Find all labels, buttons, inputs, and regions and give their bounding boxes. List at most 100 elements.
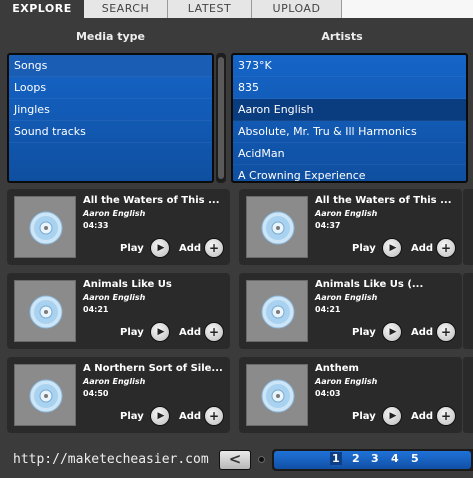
play-button[interactable]: ▶ <box>150 322 170 342</box>
play-button[interactable]: ▶ <box>382 238 402 258</box>
song-duration: 04:21 <box>83 305 109 314</box>
play-label[interactable]: Play <box>120 411 144 422</box>
song-title: Anthem <box>315 363 359 374</box>
add-label[interactable]: Add <box>179 411 201 422</box>
plus-icon: + <box>208 325 220 339</box>
song-artist: Aaron English <box>315 293 378 302</box>
side-strip <box>463 357 473 433</box>
page-link[interactable]: 3 <box>371 452 379 465</box>
play-button[interactable]: ▶ <box>150 238 170 258</box>
tab-upload[interactable]: UPLOAD <box>252 0 342 18</box>
song-duration: 04:33 <box>83 221 109 230</box>
pager-indicator-dot <box>258 456 265 463</box>
play-label[interactable]: Play <box>120 243 144 254</box>
artist-item[interactable]: 835 <box>233 77 466 99</box>
scrollbar-thumb[interactable] <box>218 57 224 179</box>
plus-icon: + <box>440 409 452 423</box>
song-artist: Aaron English <box>83 293 146 302</box>
add-button[interactable]: + <box>204 322 224 342</box>
cd-cover-icon <box>246 364 308 426</box>
page-link[interactable]: 4 <box>391 452 399 465</box>
add-label[interactable]: Add <box>179 243 201 254</box>
song-duration: 04:50 <box>83 389 109 398</box>
side-strip <box>463 189 473 265</box>
media-type-item-jingles[interactable]: Jingles <box>9 99 212 121</box>
artist-item[interactable]: AcidMan <box>233 143 466 165</box>
tab-bar: EXPLORE SEARCH LATEST UPLOAD <box>0 0 473 18</box>
page-link[interactable]: 2 <box>352 452 360 465</box>
add-button[interactable]: + <box>436 406 456 426</box>
song-card: Animals Like Us (... Aaron English 04:21 Pl… <box>239 273 462 349</box>
artists-list[interactable]: 373°K 835 Aaron English Absolute, Mr. Tr… <box>231 53 468 183</box>
song-title: Animals Like Us <box>83 279 172 290</box>
play-button[interactable]: ▶ <box>150 406 170 426</box>
play-icon: ▶ <box>157 242 165 253</box>
tab-search[interactable]: SEARCH <box>84 0 168 18</box>
add-button[interactable]: + <box>204 238 224 258</box>
song-title: A Northern Sort of Sile... <box>83 363 223 374</box>
media-type-list[interactable]: Songs Loops Jingles Sound tracks <box>7 53 214 183</box>
song-artist: Aaron English <box>315 209 378 218</box>
artists-heading: Artists <box>321 30 363 43</box>
cd-cover-icon <box>246 196 308 258</box>
cd-cover-icon <box>14 196 76 258</box>
add-label[interactable]: Add <box>411 243 433 254</box>
song-card: All the Waters of This ... Aaron English 0… <box>239 189 462 265</box>
media-type-item-sound-tracks[interactable]: Sound tracks <box>9 121 212 143</box>
song-duration: 04:03 <box>315 389 341 398</box>
add-button[interactable]: + <box>436 322 456 342</box>
play-label[interactable]: Play <box>352 243 376 254</box>
add-label[interactable]: Add <box>411 411 433 422</box>
artist-item[interactable]: A Crowning Experience <box>233 165 466 181</box>
add-label[interactable]: Add <box>411 327 433 338</box>
previous-page-button[interactable]: < <box>219 450 251 470</box>
song-card: A Northern Sort of Sile... Aaron English 0… <box>7 357 230 433</box>
play-icon: ▶ <box>157 326 165 337</box>
artist-item-selected[interactable]: Aaron English <box>233 99 466 121</box>
song-title: All the Waters of This ... <box>315 195 452 206</box>
play-button[interactable]: ▶ <box>382 322 402 342</box>
plus-icon: + <box>440 241 452 255</box>
song-artist: Aaron English <box>315 377 378 386</box>
site-url: http://maketecheasier.com <box>13 452 209 467</box>
add-button[interactable]: + <box>436 238 456 258</box>
song-duration: 04:21 <box>315 305 341 314</box>
song-artist: Aaron English <box>83 209 146 218</box>
plus-icon: + <box>208 409 220 423</box>
add-button[interactable]: + <box>204 406 224 426</box>
play-icon: ▶ <box>389 326 397 337</box>
song-duration: 04:37 <box>315 221 341 230</box>
cd-cover-icon <box>14 364 76 426</box>
cd-cover-icon <box>246 280 308 342</box>
tab-bar-filler <box>342 0 473 18</box>
play-label[interactable]: Play <box>352 411 376 422</box>
song-artist: Aaron English <box>83 377 146 386</box>
artist-item[interactable]: Absolute, Mr. Tru & Ill Harmonics <box>233 121 466 143</box>
media-type-item-loops[interactable]: Loops <box>9 77 212 99</box>
page-link-current[interactable]: 1 <box>330 452 342 465</box>
page-link[interactable]: 5 <box>411 452 419 465</box>
cd-cover-icon <box>14 280 76 342</box>
play-label[interactable]: Play <box>352 327 376 338</box>
song-card: All the Waters of This ... Aaron English 0… <box>7 189 230 265</box>
song-title: Animals Like Us (... <box>315 279 424 290</box>
add-label[interactable]: Add <box>179 327 201 338</box>
tab-latest[interactable]: LATEST <box>168 0 252 18</box>
play-icon: ▶ <box>389 410 397 421</box>
plus-icon: + <box>208 241 220 255</box>
pagination: 1 2 3 4 5 <box>272 449 473 471</box>
media-type-heading: Media type <box>75 30 146 43</box>
list-scrollbar[interactable] <box>216 53 226 183</box>
plus-icon: + <box>440 325 452 339</box>
play-label[interactable]: Play <box>120 327 144 338</box>
song-card: Anthem Aaron English 04:03 Play ▶ Add + <box>239 357 462 433</box>
side-strip <box>463 273 473 349</box>
play-icon: ▶ <box>389 242 397 253</box>
play-icon: ▶ <box>157 410 165 421</box>
artist-item[interactable]: 373°K <box>233 55 466 77</box>
pagination-bar: 1 2 3 4 5 <box>274 451 471 469</box>
tab-explore[interactable]: EXPLORE <box>0 0 84 18</box>
song-card: Animals Like Us Aaron English 04:21 Play ▶ Ad… <box>7 273 230 349</box>
play-button[interactable]: ▶ <box>382 406 402 426</box>
media-type-item-songs[interactable]: Songs <box>9 55 212 77</box>
